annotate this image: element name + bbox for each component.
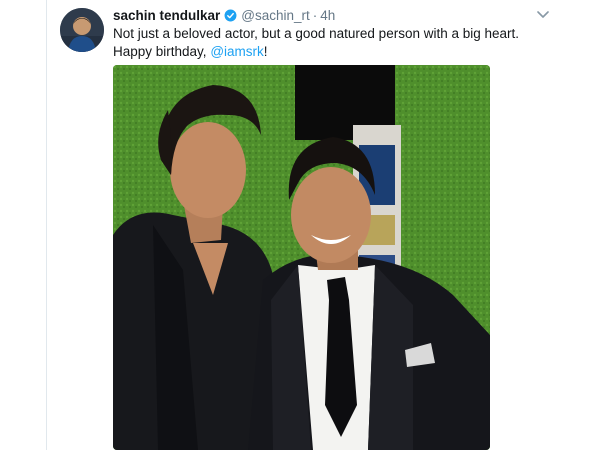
tweet-photo[interactable] xyxy=(113,65,490,450)
chevron-down-icon[interactable] xyxy=(535,8,551,22)
tweet-timestamp[interactable]: 4h xyxy=(320,8,335,23)
avatar[interactable] xyxy=(60,8,104,52)
tweet-header: sachin tendulkar @sachin_rt · 4h xyxy=(113,6,335,24)
separator-dot: · xyxy=(312,7,318,23)
tweet-text-body: Not just a beloved actor, but a good nat… xyxy=(113,26,520,59)
author-handle[interactable]: @sachin_rt xyxy=(241,8,309,23)
verified-badge-icon xyxy=(224,9,237,22)
mention-link[interactable]: @iamsrk xyxy=(210,44,263,59)
author-name[interactable]: sachin tendulkar xyxy=(113,8,220,23)
tweet-text: Not just a beloved actor, but a good nat… xyxy=(113,25,533,61)
tweet[interactable]: sachin tendulkar @sachin_rt · 4h Not jus… xyxy=(0,0,600,450)
tweet-text-end: ! xyxy=(263,44,268,59)
